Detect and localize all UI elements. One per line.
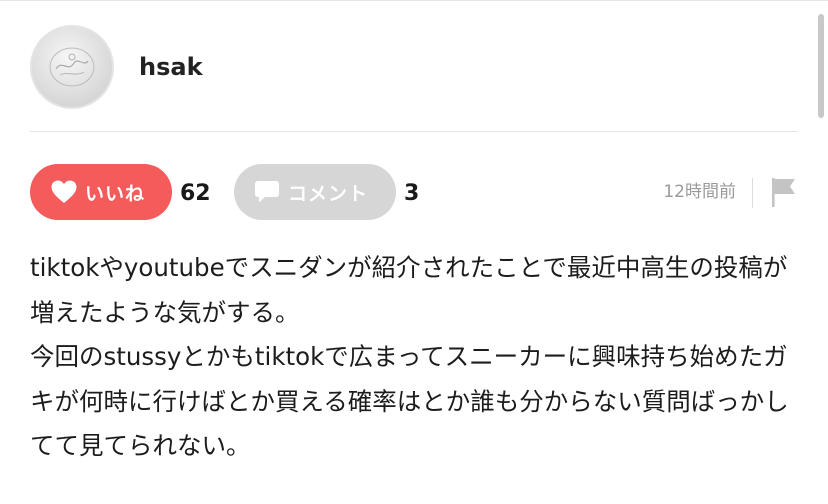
username[interactable]: hsak [139, 53, 203, 81]
like-button[interactable]: いいね [30, 164, 172, 220]
action-separator [752, 178, 753, 208]
post-author[interactable]: hsak [30, 24, 203, 110]
speech-bubble-icon [254, 180, 280, 204]
top-border [0, 0, 828, 1]
comment-count: 3 [404, 181, 420, 206]
scrollbar-thumb[interactable] [818, 14, 824, 118]
post-paragraph: 今回のstussyとかもtiktokで広まってスニーカーに興味持ち始めたガキが何… [30, 342, 789, 460]
comment-button[interactable]: コメント [234, 164, 396, 220]
like-label: いいね [84, 182, 145, 205]
heart-icon [51, 180, 77, 204]
flag-icon[interactable] [770, 176, 798, 208]
like-count: 62 [180, 181, 211, 206]
post-timestamp: 12時間前 [663, 182, 736, 202]
post-paragraph: tiktokやyoutubeでスニダンが紹介されたことで最近中高生の投稿が増えた… [30, 253, 788, 327]
comment-label: コメント [287, 182, 368, 205]
avatar[interactable] [30, 25, 114, 109]
action-bar: いいね 62 コメント 3 12時間前 [30, 164, 798, 220]
divider [30, 131, 798, 132]
post-body: tiktokやyoutubeでスニダンが紹介されたことで最近中高生の投稿が増えた… [30, 246, 800, 469]
post-detail: hsak いいね 62 コメント 3 12時間前 tiktokやyoutubeで… [0, 0, 828, 504]
avatar-emblem-icon [49, 47, 95, 87]
